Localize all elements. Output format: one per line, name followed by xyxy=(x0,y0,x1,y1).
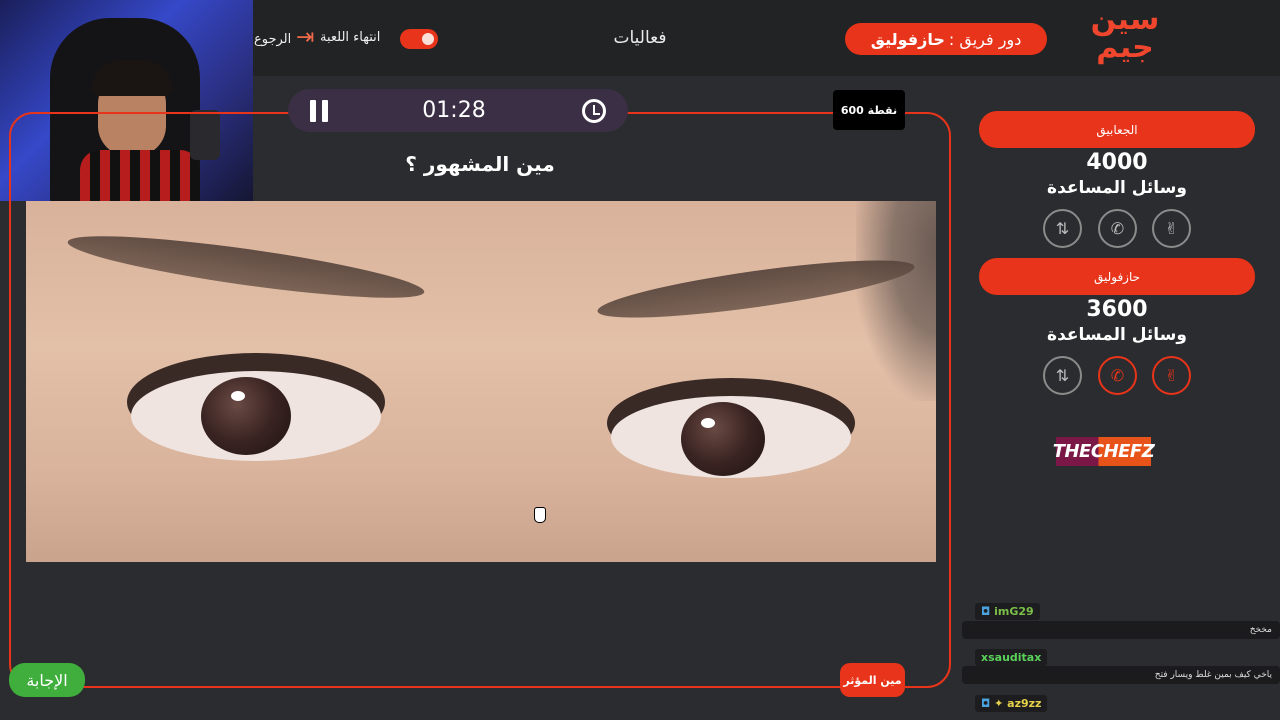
chat-message: مخخخ xyxy=(962,621,1280,639)
turn-prefix: دور فريق : xyxy=(948,29,1022,49)
chat-user-name: xsauditax xyxy=(981,651,1042,664)
logo-line2: جيم xyxy=(1096,30,1154,65)
peace-hand-icon[interactable]: ✌ xyxy=(1152,209,1191,248)
end-game-toggle[interactable] xyxy=(400,29,438,49)
left-iris xyxy=(201,377,291,455)
sponsor-part1: THE xyxy=(1052,441,1092,462)
reset-timer-icon[interactable] xyxy=(582,99,606,123)
activities-title: فعاليات xyxy=(613,28,667,48)
back-button[interactable]: الرجوع xyxy=(254,32,291,47)
sponsor-logo: THE CHEFZ xyxy=(1052,437,1155,466)
peace-hand-icon[interactable]: ✌ xyxy=(1152,356,1191,395)
turn-indicator: دور فريق : حازفوليق xyxy=(845,23,1047,55)
right-eye xyxy=(611,396,851,478)
chat-username: xsauditax xyxy=(975,649,1048,666)
phone-icon[interactable]: ✆ xyxy=(1098,209,1137,248)
team-score: 4000 xyxy=(1086,150,1148,175)
hair-strand xyxy=(856,201,936,401)
chat-message: ياخي كيف بمين غلط ويسار فتح xyxy=(962,666,1280,684)
badge-icon: ◘ xyxy=(981,605,991,618)
answer-button[interactable]: الإجابة xyxy=(9,663,85,697)
question-text: مين المشهور ؟ xyxy=(405,152,555,176)
phone-icon[interactable]: ✆ xyxy=(1098,356,1137,395)
badge-icon: ◘ xyxy=(981,697,991,710)
chat-user-name: imG29 xyxy=(994,605,1034,618)
helps-label: وسائل المساعدة xyxy=(1047,325,1187,345)
right-iris xyxy=(681,402,765,476)
turn-team: حازفوليق xyxy=(870,29,945,49)
who-influencer-button[interactable]: مين المؤثر xyxy=(840,663,905,697)
swap-icon[interactable]: ⇅ xyxy=(1043,356,1082,395)
chat-username: ◘ ✦ az9zz xyxy=(975,695,1048,712)
team-score: 3600 xyxy=(1086,297,1148,322)
badge-icon: ✦ xyxy=(994,697,1004,710)
logo: سين جيم xyxy=(1090,5,1160,70)
left-eyebrow xyxy=(65,224,427,310)
left-eye xyxy=(131,371,381,461)
chat-username: ◘ imG29 xyxy=(975,603,1040,620)
points-badge: 600 نقطة xyxy=(833,90,905,130)
pause-icon[interactable] xyxy=(310,100,328,122)
streamer-hair xyxy=(92,60,172,96)
back-arrow-icon[interactable]: ⇥ xyxy=(296,26,322,50)
sponsor-part2: CHEFZ xyxy=(1090,441,1155,462)
helps-label: وسائل المساعدة xyxy=(1047,178,1187,198)
left-glint xyxy=(231,391,245,401)
right-glint xyxy=(701,418,715,428)
hand-cursor-icon xyxy=(534,507,546,523)
team-name-pill: حازفوليق xyxy=(979,258,1255,295)
swap-icon[interactable]: ⇅ xyxy=(1043,209,1082,248)
timer-value: 01:28 xyxy=(422,98,486,123)
end-game-button[interactable]: انتهاء اللعبة xyxy=(320,30,380,45)
question-image xyxy=(26,201,936,562)
team-name-pill: الجعابيق xyxy=(979,111,1255,148)
chat-user-name: az9zz xyxy=(1007,697,1042,710)
